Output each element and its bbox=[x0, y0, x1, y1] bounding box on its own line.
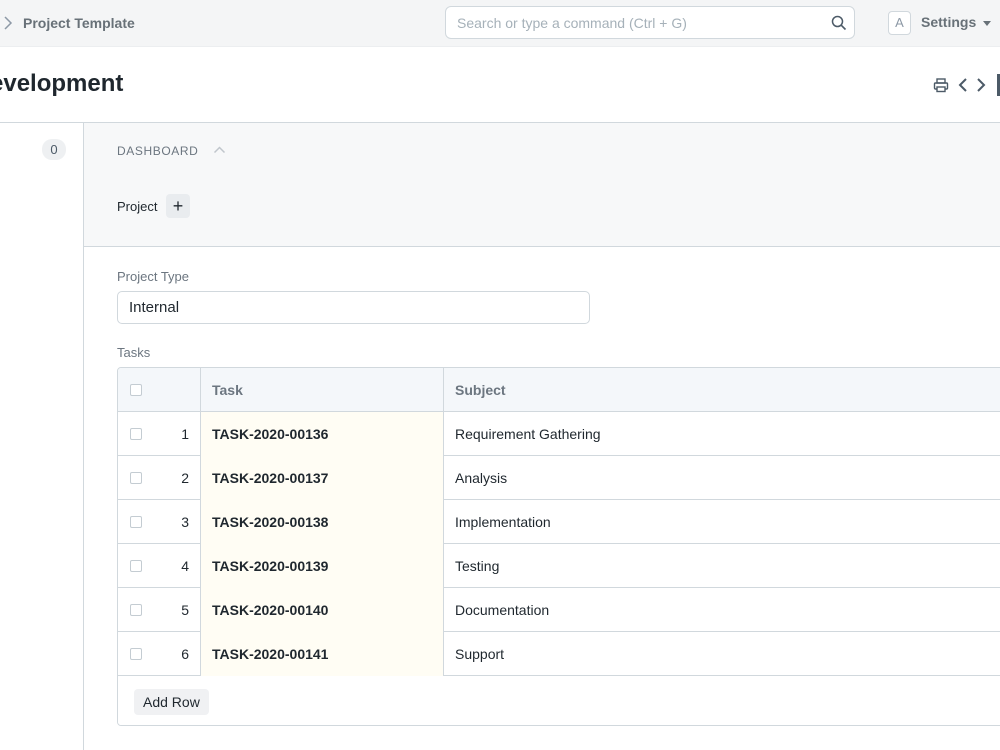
table-row[interactable]: 1 TASK-2020-00136 Requirement Gathering bbox=[118, 412, 1000, 456]
grid-header-row: Task Subject bbox=[118, 368, 1000, 412]
add-project-button[interactable]: + bbox=[166, 194, 190, 218]
task-column-header: Task bbox=[200, 368, 444, 412]
task-cell[interactable]: TASK-2020-00141 bbox=[200, 632, 444, 676]
breadcrumb-project-template[interactable]: Project Template bbox=[23, 15, 135, 31]
search-icon[interactable] bbox=[830, 14, 848, 32]
task-cell[interactable]: TASK-2020-00137 bbox=[200, 456, 444, 500]
subject-cell[interactable]: Support bbox=[444, 632, 1000, 676]
search-bar[interactable] bbox=[445, 6, 855, 39]
index-header bbox=[154, 368, 200, 412]
tasks-label: Tasks bbox=[117, 345, 151, 360]
previous-doc-icon[interactable] bbox=[954, 76, 972, 94]
row-checkbox[interactable] bbox=[130, 648, 142, 660]
search-input[interactable] bbox=[457, 7, 827, 38]
caret-down-icon[interactable] bbox=[983, 21, 991, 26]
row-index: 4 bbox=[181, 558, 189, 574]
subject-column-header: Subject bbox=[455, 382, 506, 398]
row-checkbox[interactable] bbox=[130, 428, 142, 440]
print-icon[interactable] bbox=[932, 76, 950, 94]
table-row[interactable]: 4 TASK-2020-00139 Testing bbox=[118, 544, 1000, 588]
row-check-cell bbox=[118, 588, 154, 632]
row-check-cell bbox=[118, 632, 154, 676]
task-cell[interactable]: TASK-2020-00139 bbox=[200, 544, 444, 588]
project-type-field[interactable]: Internal bbox=[117, 291, 590, 324]
row-check-cell bbox=[118, 412, 154, 456]
chevron-up-icon[interactable] bbox=[213, 145, 226, 155]
subject-cell[interactable]: Testing bbox=[444, 544, 1000, 588]
next-doc-icon[interactable] bbox=[972, 76, 990, 94]
subject-cell[interactable]: Implementation bbox=[444, 500, 1000, 544]
settings-menu[interactable]: Settings bbox=[921, 14, 976, 30]
row-checkbox[interactable] bbox=[130, 560, 142, 572]
row-checkbox[interactable] bbox=[130, 604, 142, 616]
select-all-checkbox[interactable] bbox=[130, 384, 142, 396]
select-all-cell bbox=[118, 368, 154, 412]
row-index: 3 bbox=[181, 514, 189, 530]
sidebar-count-badge: 0 bbox=[42, 139, 66, 160]
row-index: 1 bbox=[181, 426, 189, 442]
tasks-grid: Task Subject 1 TASK-2020-00136 Requireme… bbox=[117, 367, 1000, 726]
row-index: 6 bbox=[181, 646, 189, 662]
avatar[interactable]: A bbox=[888, 11, 911, 35]
page-title: evelopment bbox=[0, 70, 124, 97]
dashboard-heading[interactable]: DASHBOARD bbox=[117, 144, 198, 158]
task-cell[interactable]: TASK-2020-00136 bbox=[200, 412, 444, 456]
row-index: 5 bbox=[181, 602, 189, 618]
dashboard-section: DASHBOARD Project + bbox=[84, 123, 1000, 247]
subject-cell[interactable]: Documentation bbox=[444, 588, 1000, 632]
task-cell[interactable]: TASK-2020-00138 bbox=[200, 500, 444, 544]
row-checkbox[interactable] bbox=[130, 516, 142, 528]
row-index: 2 bbox=[181, 470, 189, 486]
table-row[interactable]: 2 TASK-2020-00137 Analysis bbox=[118, 456, 1000, 500]
navbar: Project Template A Settings bbox=[0, 0, 1000, 47]
subject-cell[interactable]: Analysis bbox=[444, 456, 1000, 500]
table-row[interactable]: 6 TASK-2020-00141 Support bbox=[118, 632, 1000, 676]
row-check-cell bbox=[118, 456, 154, 500]
add-row-button[interactable]: Add Row bbox=[134, 689, 209, 715]
project-type-label: Project Type bbox=[117, 269, 190, 284]
row-check-cell bbox=[118, 544, 154, 588]
task-cell[interactable]: TASK-2020-00140 bbox=[200, 588, 444, 632]
grid-footer: Add Row bbox=[118, 678, 1000, 725]
table-row[interactable]: 5 TASK-2020-00140 Documentation bbox=[118, 588, 1000, 632]
row-checkbox[interactable] bbox=[130, 472, 142, 484]
chevron-right-icon bbox=[4, 16, 13, 30]
table-row[interactable]: 3 TASK-2020-00138 Implementation bbox=[118, 500, 1000, 544]
row-check-cell bbox=[118, 500, 154, 544]
subject-cell[interactable]: Requirement Gathering bbox=[444, 412, 1000, 456]
dashboard-project-link[interactable]: Project bbox=[117, 199, 157, 214]
